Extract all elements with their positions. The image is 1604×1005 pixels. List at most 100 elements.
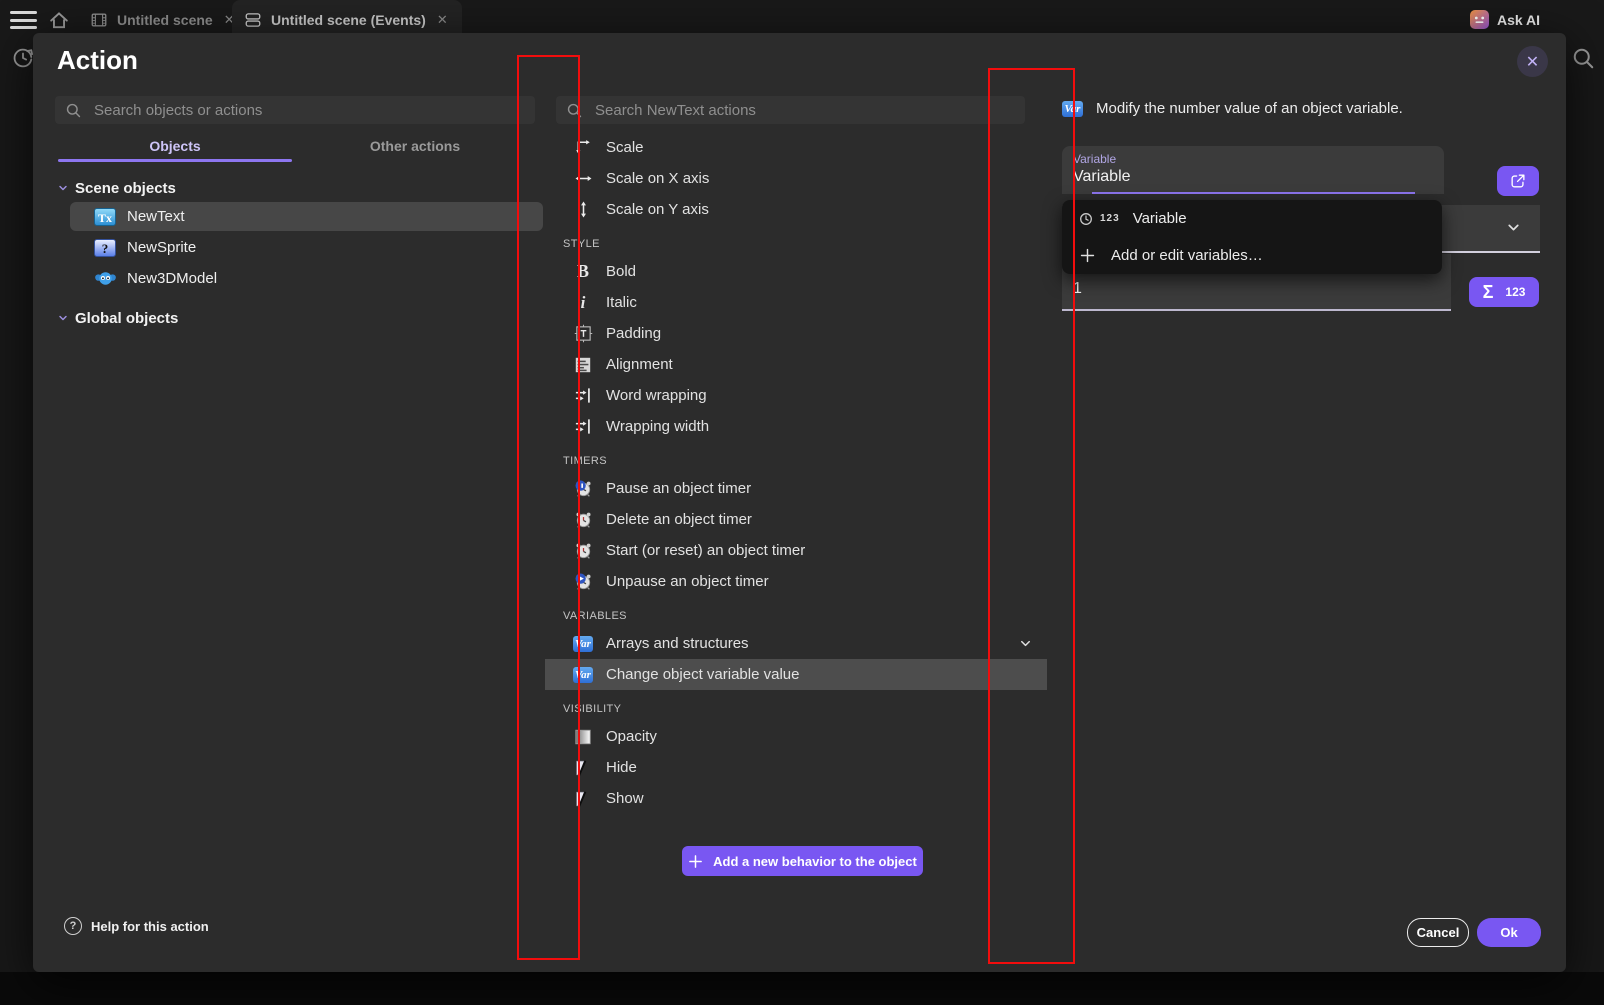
action-padding[interactable]: Padding bbox=[545, 318, 1047, 349]
value-input[interactable] bbox=[1073, 280, 1403, 298]
add-behavior-button[interactable]: Add a new behavior to the object bbox=[682, 846, 923, 876]
tab-close-icon[interactable]: ✕ bbox=[435, 12, 450, 28]
tab-label: Untitled scene (Events) bbox=[271, 12, 426, 28]
scale-x-icon bbox=[573, 169, 593, 188]
timer-icon bbox=[573, 510, 593, 529]
group-label: Scene objects bbox=[75, 180, 176, 197]
expression-builder-button[interactable]: Σ 123 bbox=[1469, 277, 1539, 307]
dialog-close-button[interactable]: ✕ bbox=[1517, 46, 1548, 77]
objects-search[interactable] bbox=[55, 96, 535, 124]
menu-icon[interactable] bbox=[10, 11, 37, 29]
action-start-timer[interactable]: Start (or reset) an object timer bbox=[545, 535, 1047, 566]
chevron-down-icon bbox=[57, 182, 69, 194]
action-pause-timer[interactable]: Pause an object timer bbox=[545, 473, 1047, 504]
cancel-button[interactable]: Cancel bbox=[1407, 918, 1469, 947]
actions-search-input[interactable] bbox=[593, 101, 1015, 120]
opacity-icon bbox=[573, 728, 593, 746]
open-full-editor-button[interactable] bbox=[1497, 166, 1539, 196]
scene-film-icon bbox=[90, 11, 108, 29]
action-arrays-structures[interactable]: Var Arrays and structures bbox=[545, 628, 1047, 659]
action-italic[interactable]: i Italic bbox=[545, 287, 1047, 318]
scale-y-icon bbox=[573, 200, 593, 219]
action-change-object-variable[interactable]: Var Change object variable value bbox=[545, 659, 1047, 690]
close-icon: ✕ bbox=[1526, 52, 1539, 72]
action-word-wrapping[interactable]: Word wrapping bbox=[545, 380, 1047, 411]
object-row-newtext[interactable]: Tx NewText bbox=[70, 202, 543, 231]
number-type-badge: 123 bbox=[1505, 285, 1525, 299]
wrap-width-icon bbox=[573, 417, 593, 436]
actions-search[interactable] bbox=[556, 96, 1025, 124]
home-icon[interactable] bbox=[46, 8, 74, 33]
timer-icon bbox=[573, 541, 593, 560]
global-search-icon[interactable] bbox=[1571, 46, 1596, 71]
help-link[interactable]: ? Help for this action bbox=[64, 917, 209, 935]
text-object-icon: Tx bbox=[93, 208, 117, 226]
search-icon bbox=[566, 102, 583, 119]
object-row-new3dmodel[interactable]: New3DModel bbox=[70, 264, 543, 293]
variable-input[interactable] bbox=[1073, 168, 1403, 186]
dropdown-item-add-variables[interactable]: Add or edit variables… bbox=[1062, 237, 1442, 274]
help-label: Help for this action bbox=[91, 919, 209, 934]
group-scene-objects[interactable]: Scene objects bbox=[57, 176, 176, 200]
action-dialog: Action ✕ Objects Other actions Scene obj… bbox=[33, 33, 1566, 972]
robot-icon bbox=[1469, 9, 1490, 30]
help-icon: ? bbox=[64, 917, 82, 935]
dropdown-item-label: Add or edit variables… bbox=[1111, 247, 1263, 264]
italic-icon: i bbox=[573, 293, 593, 313]
chevron-down-icon bbox=[57, 312, 69, 324]
timer-pause-icon bbox=[573, 479, 593, 498]
dropdown-item-variable[interactable]: 123 Variable bbox=[1062, 200, 1442, 237]
action-delete-timer[interactable]: Delete an object timer bbox=[545, 504, 1047, 535]
object-label: New3DModel bbox=[127, 270, 217, 287]
padding-icon bbox=[573, 324, 593, 343]
dropdown-item-label: Variable bbox=[1133, 210, 1187, 227]
action-alignment[interactable]: Alignment bbox=[545, 349, 1047, 380]
chevron-down-icon[interactable] bbox=[1018, 636, 1033, 651]
ok-button[interactable]: Ok bbox=[1477, 918, 1541, 947]
ask-ai-button[interactable]: Ask AI bbox=[1469, 9, 1540, 30]
var-icon: Var bbox=[1062, 99, 1083, 117]
section-header-style: STYLE bbox=[545, 225, 1047, 256]
add-behavior-label: Add a new behavior to the object bbox=[713, 854, 917, 869]
tab-objects[interactable]: Objects bbox=[55, 131, 295, 160]
object-label: NewSprite bbox=[127, 239, 196, 256]
plus-icon bbox=[688, 854, 703, 869]
action-scale-x[interactable]: Scale on X axis bbox=[545, 163, 1047, 194]
action-show[interactable]: Show bbox=[545, 783, 1047, 814]
action-scale[interactable]: Scale bbox=[545, 132, 1047, 163]
section-header-visibility: VISIBILITY bbox=[545, 690, 1047, 721]
object-label: NewText bbox=[127, 208, 185, 225]
action-list: Scale Scale on X axis Scale on Y axis ST… bbox=[545, 132, 1047, 814]
tab-label: Untitled scene bbox=[117, 12, 213, 28]
action-wrapping-width[interactable]: Wrapping width bbox=[545, 411, 1047, 442]
action-unpause-timer[interactable]: Unpause an object timer bbox=[545, 566, 1047, 597]
sprite-object-icon: ? bbox=[93, 239, 117, 257]
external-link-icon bbox=[1509, 172, 1527, 190]
object-row-newsprite[interactable]: ? NewSprite bbox=[70, 233, 543, 262]
variable-scope-icon bbox=[1079, 212, 1093, 226]
action-hide[interactable]: Hide bbox=[545, 752, 1047, 783]
variable-field-label: Variable bbox=[1073, 152, 1116, 166]
hide-icon bbox=[573, 759, 593, 777]
show-icon bbox=[573, 790, 593, 808]
group-label: Global objects bbox=[75, 310, 178, 327]
section-header-variables: VARIABLES bbox=[545, 597, 1047, 628]
variable-field[interactable]: Variable bbox=[1062, 146, 1444, 194]
action-bold[interactable]: B Bold bbox=[545, 256, 1047, 287]
action-description: Var Modify the number value of an object… bbox=[1062, 99, 1403, 117]
tab-other-actions[interactable]: Other actions bbox=[295, 131, 535, 160]
app-root: Untitled scene ✕ Untitled scene (Events)… bbox=[0, 0, 1604, 1005]
section-header-timers: TIMERS bbox=[545, 442, 1047, 473]
objects-search-input[interactable] bbox=[92, 101, 525, 120]
variable-dropdown: 123 Variable Add or edit variables… bbox=[1062, 200, 1442, 274]
bold-icon: B bbox=[573, 261, 593, 282]
number-type-badge: 123 bbox=[1100, 213, 1120, 224]
history-icon[interactable] bbox=[11, 46, 35, 70]
sigma-icon: Σ bbox=[1483, 282, 1494, 303]
group-global-objects[interactable]: Global objects bbox=[57, 306, 178, 330]
action-opacity[interactable]: Opacity bbox=[545, 721, 1047, 752]
var-icon: Var bbox=[573, 636, 593, 652]
word-wrap-icon bbox=[573, 386, 593, 405]
alignment-icon bbox=[573, 356, 593, 374]
action-scale-y[interactable]: Scale on Y axis bbox=[545, 194, 1047, 225]
